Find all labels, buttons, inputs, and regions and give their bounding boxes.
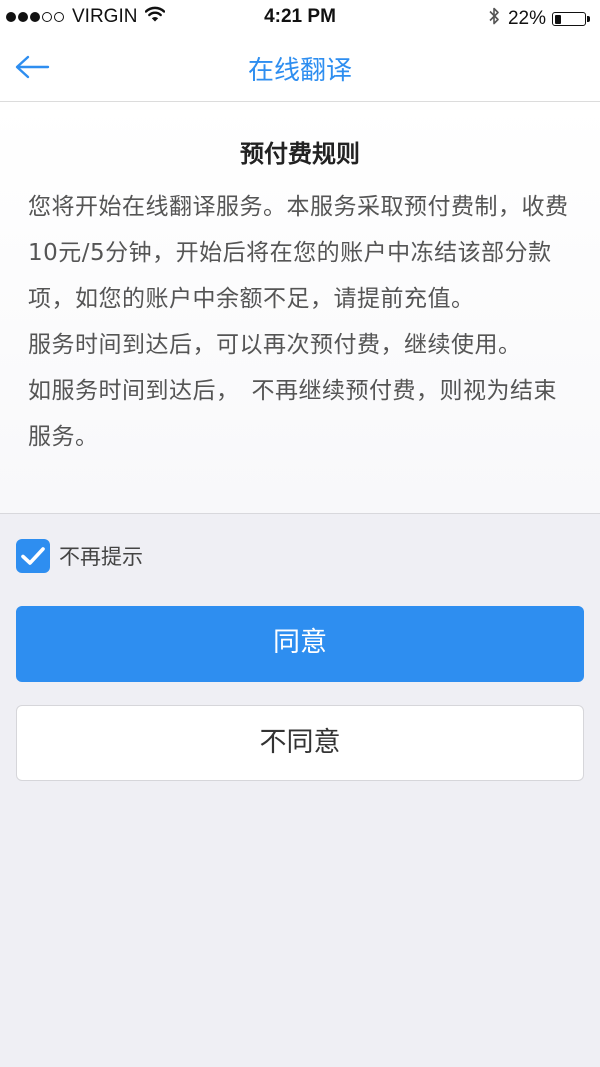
rules-paragraph: 服务时间到达后，可以再次预付费，继续使用。 xyxy=(28,332,522,358)
prepaid-rules-panel: 预付费规则 您将开始在线翻译服务。本服务采取预付费制，收费10元/5分钟，开始后… xyxy=(0,102,600,514)
status-bar-right: 22% xyxy=(488,6,590,32)
page-title: 在线翻译 xyxy=(247,56,352,86)
battery-cap xyxy=(587,16,590,22)
no-remind-checkbox[interactable] xyxy=(16,539,50,573)
status-bar: VIRGIN 4:21 PM 22% xyxy=(0,0,600,34)
battery-icon xyxy=(552,12,586,26)
battery-level-fill xyxy=(554,14,561,24)
checkmark-icon xyxy=(21,547,45,565)
no-remind-label: 不再提示 xyxy=(59,545,143,569)
disagree-button[interactable]: 不同意 xyxy=(16,705,584,781)
navigation-bar: 在线翻译 xyxy=(0,34,600,102)
bluetooth-icon xyxy=(488,6,500,32)
rules-title: 预付费规则 xyxy=(240,140,360,168)
agree-button[interactable]: 同意 xyxy=(16,606,584,682)
rules-paragraph: 您将开始在线翻译服务。本服务采取预付费制，收费10元/5分钟，开始后将在您的账户… xyxy=(28,194,569,312)
battery-percent: 22% xyxy=(507,8,546,29)
rules-body: 您将开始在线翻译服务。本服务采取预付费制，收费10元/5分钟，开始后将在您的账户… xyxy=(28,184,576,460)
rules-paragraph: 如服务时间到达后， 不再继续预付费，则视为结束服务。 xyxy=(28,378,557,450)
no-remind-option[interactable]: 不再提示 xyxy=(16,538,143,574)
